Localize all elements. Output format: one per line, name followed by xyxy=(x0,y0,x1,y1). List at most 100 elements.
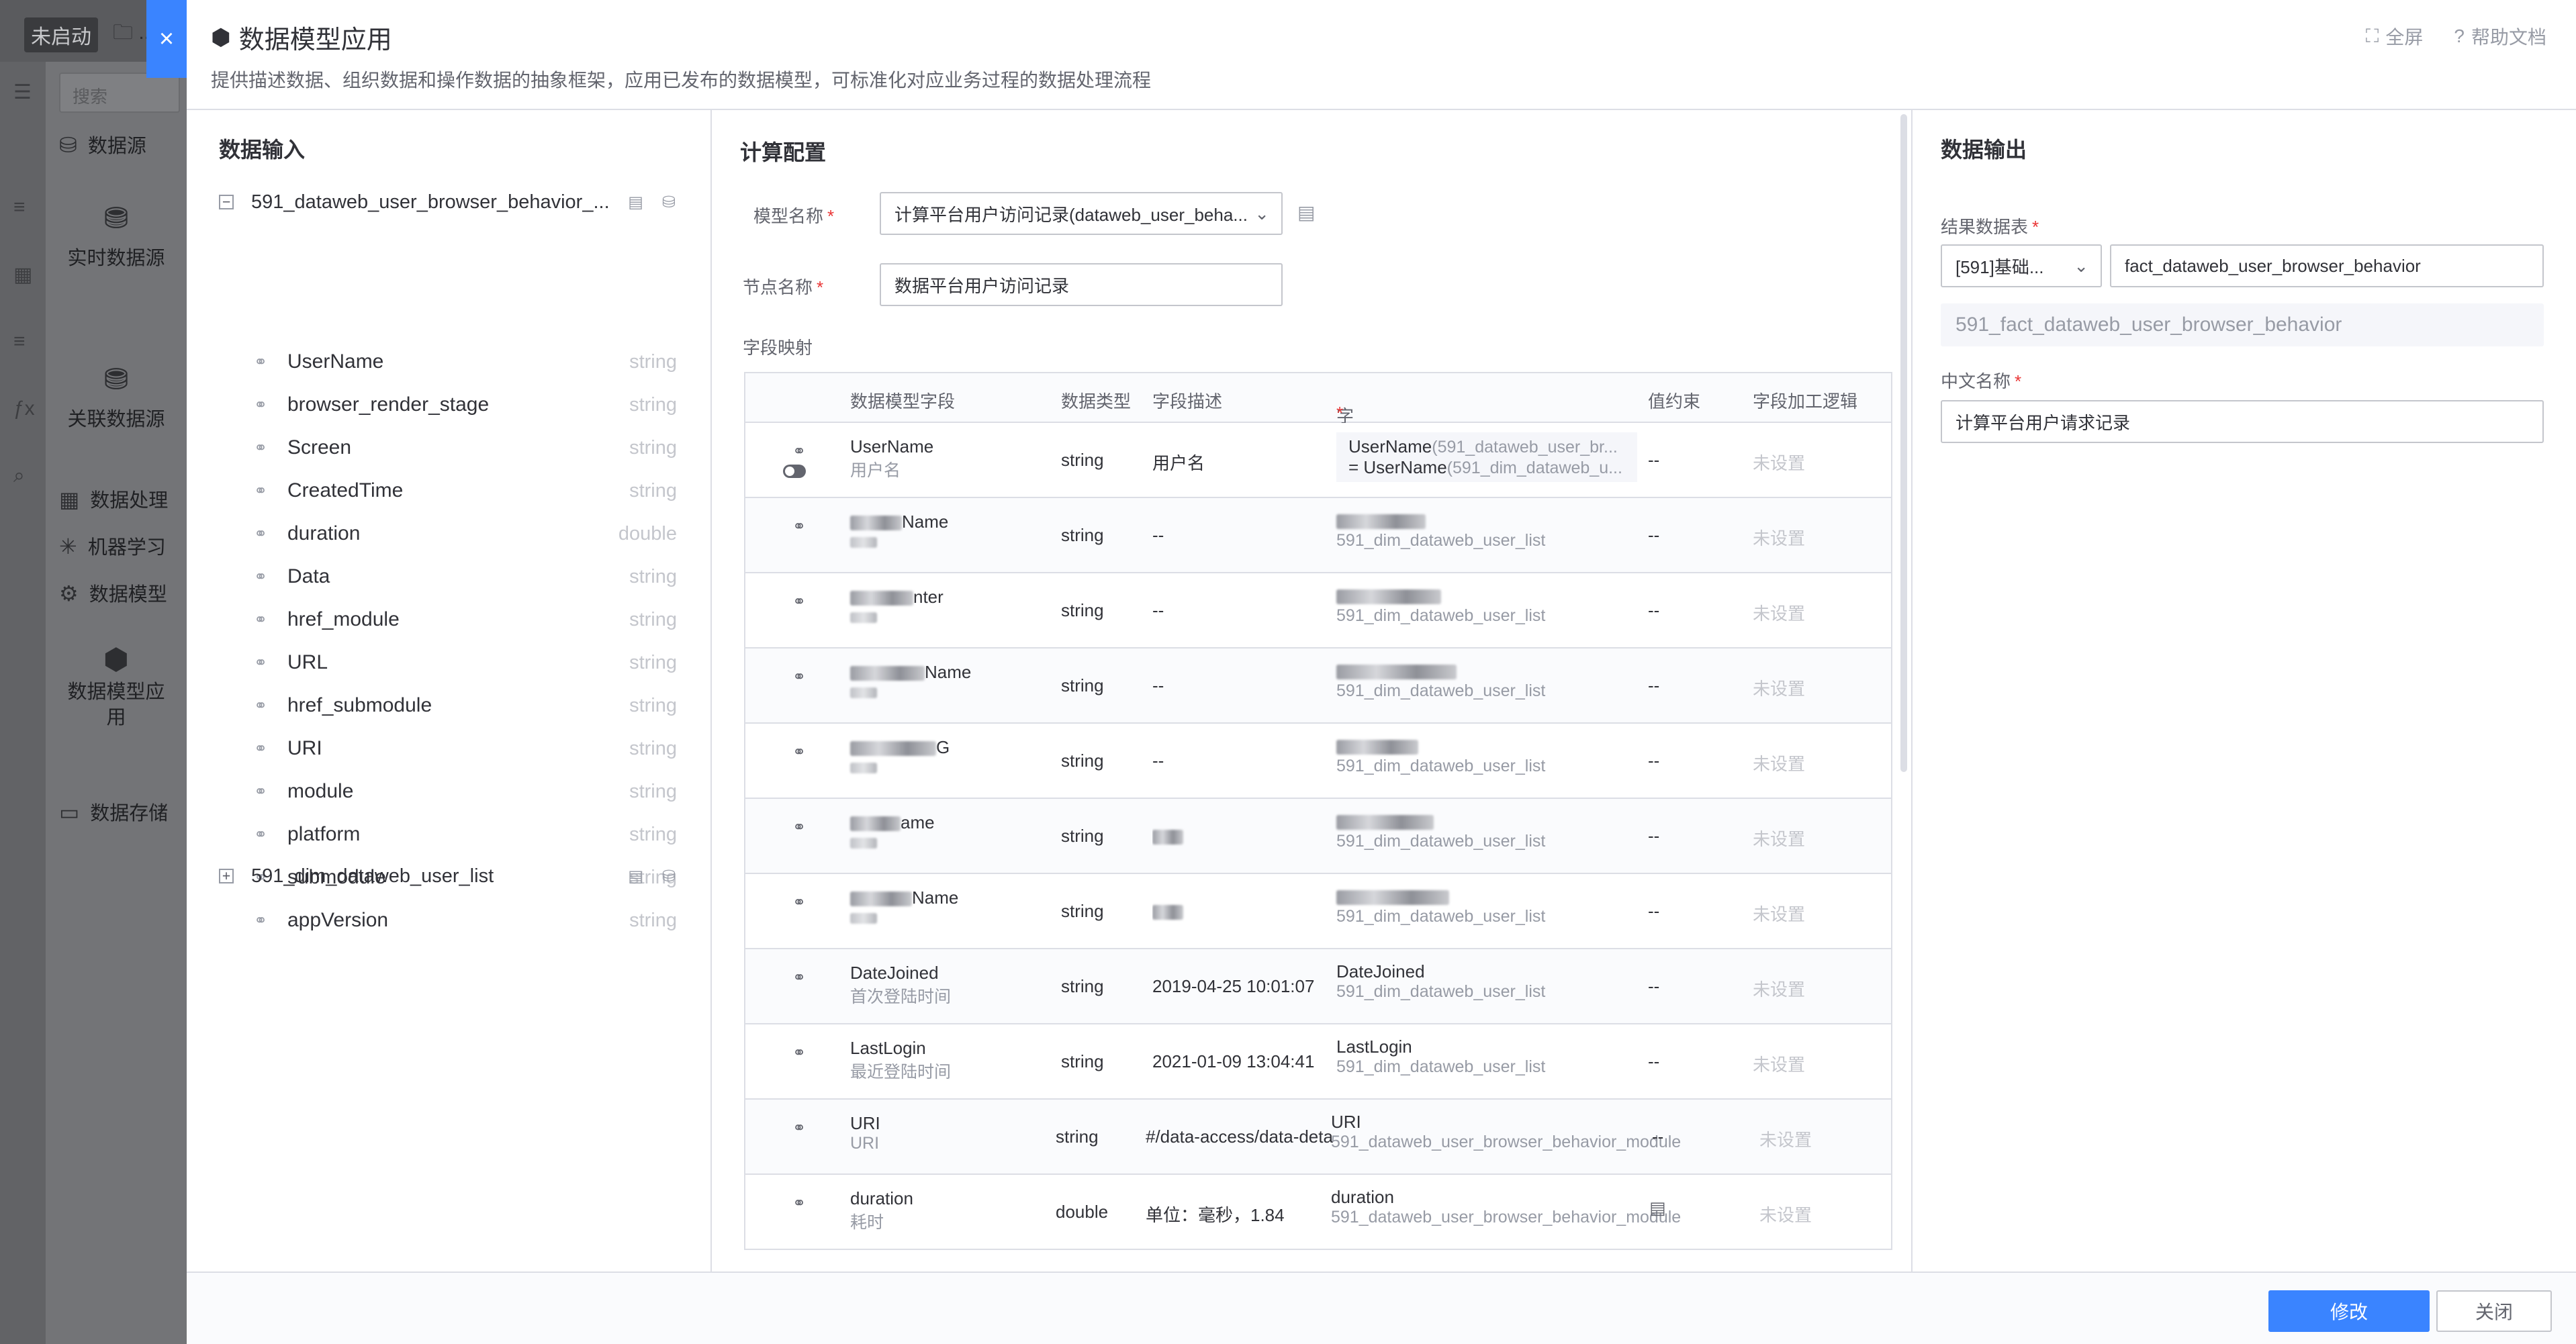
value-constraint-cell[interactable]: -- xyxy=(1648,751,1659,771)
field-mapping-cell[interactable]: DateJoined 591_dim_dataweb_user_list xyxy=(1336,961,1545,1002)
preview-icon[interactable]: ▤ xyxy=(628,193,643,212)
close-button[interactable]: 关闭 xyxy=(2436,1290,2552,1332)
sidebar-item-related-source: ⛃ 关联数据源 xyxy=(46,363,187,432)
input-field-item[interactable]: ⚭ duration double xyxy=(254,517,677,550)
input-table-1[interactable]: − 591_dataweb_user_browser_behavior_... … xyxy=(219,185,702,219)
input-field-item[interactable]: ⚭ Screen string xyxy=(254,431,677,465)
input-field-item[interactable]: ⚭ URI string xyxy=(254,732,677,765)
preview-icon[interactable]: ▤ xyxy=(628,867,643,886)
value-constraint-cell[interactable]: -- xyxy=(1648,826,1659,847)
value-constraint-cell[interactable]: -- xyxy=(1648,1051,1659,1072)
processing-logic-cell[interactable]: 未设置 xyxy=(1753,1051,1805,1076)
input-field-item[interactable]: ⚭ platform string xyxy=(254,818,677,851)
storage-icon: ▭ xyxy=(59,800,80,824)
model-field-cn: URI xyxy=(850,1134,880,1153)
link-icon[interactable]: ⚭ xyxy=(792,442,806,461)
link-icon[interactable]: ⚭ xyxy=(792,818,806,837)
processing-logic-cell[interactable]: 未设置 xyxy=(1753,976,1805,1001)
input-field-item[interactable]: ⚭ CreatedTime string xyxy=(254,474,677,508)
input-field-item[interactable]: ⚭ URL string xyxy=(254,646,677,679)
input-field-item[interactable]: ⚭ href_module string xyxy=(254,603,677,636)
processing-logic-cell[interactable]: 未设置 xyxy=(1753,450,1805,475)
expand-icon[interactable]: + xyxy=(219,869,234,883)
node-name-input[interactable]: 数据平台用户访问记录 xyxy=(880,263,1283,306)
link-icon[interactable]: ⚭ xyxy=(792,517,806,536)
field-name: browser_render_stage xyxy=(287,393,490,416)
value-constraint-cell[interactable]: -- xyxy=(1648,976,1659,997)
input-field-item[interactable]: ⚭ Data string xyxy=(254,560,677,593)
data-type-cell: string xyxy=(1061,901,1104,921)
dialog-header: ⬢ 数据模型应用 提供描述数据、组织数据和操作数据的抽象框架，应用已发布的数据模… xyxy=(187,0,2576,110)
field-mapping-cell[interactable]: URI 591_dataweb_user_browser_behavior_mod… xyxy=(1331,1112,1681,1152)
link-icon[interactable]: ⚭ xyxy=(792,1043,806,1063)
processing-logic-cell[interactable]: 未设置 xyxy=(1753,525,1805,550)
edit-constraint-icon[interactable]: ▤ xyxy=(1649,1198,1666,1218)
cn-name-input[interactable]: 计算平台用户请求记录 xyxy=(1941,400,2544,443)
submit-button[interactable]: 修改 xyxy=(2268,1290,2430,1332)
model-name-select[interactable]: 计算平台用户访问记录(dataweb_user_beha... ⌄ xyxy=(880,192,1283,235)
link-icon[interactable]: ⚭ xyxy=(792,1118,806,1138)
link-icon[interactable]: ⚭ xyxy=(792,667,806,687)
link-icon[interactable]: ⚭ xyxy=(792,893,806,912)
processing-logic-cell[interactable]: 未设置 xyxy=(1759,1126,1812,1151)
input-field-item[interactable]: ⚭ module string xyxy=(254,775,677,808)
table-row[interactable]: ⚭ duration 耗时 double 单位：毫秒，1.84 duration 591_d… xyxy=(745,1175,1891,1250)
processing-logic-cell[interactable]: 未设置 xyxy=(1753,751,1805,775)
field-mapping-cell[interactable]: UserName(591_dataweb_user_br... = UserNam… xyxy=(1336,432,1637,482)
table-row[interactable]: ⚭ LastLogin 最近登陆时间 string 2021-01-09 13:04:4… xyxy=(745,1024,1891,1100)
field-mapping-cell[interactable]: 591_dim_dataweb_user_list xyxy=(1336,736,1545,776)
value-constraint-cell[interactable]: -- xyxy=(1648,525,1659,546)
result-table-input[interactable]: fact_dataweb_user_browser_behavior xyxy=(2110,244,2544,287)
processing-logic-cell[interactable]: 未设置 xyxy=(1753,675,1805,700)
field-mapping-cell[interactable]: 591_dim_dataweb_user_list xyxy=(1336,811,1545,851)
model-name-label: 模型名称 * xyxy=(753,206,835,226)
table-row[interactable]: ⚭ UserName 用户名 string 用户名 UserName(591_datawe… xyxy=(745,423,1891,498)
value-constraint-cell[interactable]: -- xyxy=(1648,675,1659,696)
table-row[interactable]: ⚭ Gstring -- 591_dim_dataweb_user_list -- 未设置 xyxy=(745,724,1891,799)
input-field-item[interactable]: ⚭ appVersion string xyxy=(254,904,677,937)
data-type-cell: string xyxy=(1061,600,1104,620)
toggle-switch[interactable] xyxy=(783,465,806,478)
fullscreen-button[interactable]: ⛶ 全屏 xyxy=(2366,23,2424,50)
field-mapping-cell[interactable]: LastLogin 591_dim_dataweb_user_list xyxy=(1336,1037,1545,1077)
table-row[interactable]: ⚭ ame string 591_dim_dataweb_user_list -- 未设置 xyxy=(745,799,1891,874)
input-field-item[interactable]: ⚭ href_submodule string xyxy=(254,689,677,722)
value-constraint-cell[interactable]: -- xyxy=(1648,901,1659,922)
help-doc-button[interactable]: ? 帮助文档 xyxy=(2454,23,2546,50)
table-row[interactable]: ⚭ Name string 591_dim_dataweb_user_list -- 未设… xyxy=(745,874,1891,949)
config-scrollbar-thumb[interactable] xyxy=(1900,114,1907,772)
processing-logic-cell[interactable]: 未设置 xyxy=(1753,901,1805,926)
model-app-icon: ⬢ xyxy=(103,643,130,676)
database-icon[interactable]: ⛁ xyxy=(662,193,676,212)
field-mapping-cell[interactable]: 591_dim_dataweb_user_list xyxy=(1336,585,1545,626)
link-icon[interactable]: ⚭ xyxy=(792,592,806,612)
value-constraint-cell[interactable]: -- xyxy=(1652,1126,1663,1147)
processing-logic-cell[interactable]: 未设置 xyxy=(1753,600,1805,625)
value-constraint-cell[interactable]: -- xyxy=(1648,450,1659,471)
col-data-type: 数据类型 xyxy=(1061,391,1132,412)
processing-logic-cell[interactable]: 未设置 xyxy=(1753,826,1805,851)
input-table-2[interactable]: + 591_dim_dataweb_user_list ▤ ⛁ xyxy=(219,859,702,893)
table-row[interactable]: ⚭ URI URI string #/data-access/data-deta URI 5… xyxy=(745,1100,1891,1175)
collapse-icon[interactable]: − xyxy=(219,195,234,209)
processing-logic-cell[interactable]: 未设置 xyxy=(1759,1202,1812,1227)
table-row[interactable]: ⚭ nter string -- 591_dim_dataweb_user_list --… xyxy=(745,573,1891,649)
data-input-title: 数据输入 xyxy=(219,138,306,162)
field-mapping-cell[interactable]: 591_dim_dataweb_user_list xyxy=(1336,886,1545,926)
field-mapping-cell[interactable]: duration 591_dataweb_user_browser_behavio… xyxy=(1331,1187,1681,1227)
value-constraint-cell[interactable]: -- xyxy=(1648,600,1659,621)
dialog-close-button[interactable]: × xyxy=(146,0,187,78)
input-field-item[interactable]: ⚭ UserName string xyxy=(254,345,677,379)
field-mapping-cell[interactable]: 591_dim_dataweb_user_list xyxy=(1336,510,1545,550)
table-row[interactable]: ⚭ DateJoined 首次登陆时间 string 2019-04-25 10:01:… xyxy=(745,949,1891,1024)
input-field-item[interactable]: ⚭ browser_render_stage string xyxy=(254,388,677,422)
database-icon[interactable]: ⛁ xyxy=(662,867,676,886)
business-select[interactable]: [591]基础... ⌄ xyxy=(1941,244,2102,287)
table-row[interactable]: ⚭ Name string -- 591_dim_dataweb_user_list --… xyxy=(745,649,1891,724)
field-mapping-cell[interactable]: 591_dim_dataweb_user_list xyxy=(1336,661,1545,701)
link-icon[interactable]: ⚭ xyxy=(792,968,806,988)
link-icon[interactable]: ⚭ xyxy=(792,1194,806,1213)
link-icon[interactable]: ⚭ xyxy=(792,742,806,762)
table-row[interactable]: ⚭ Name string -- 591_dim_dataweb_user_list --… xyxy=(745,498,1891,573)
model-detail-icon[interactable]: ▤ xyxy=(1297,201,1315,224)
